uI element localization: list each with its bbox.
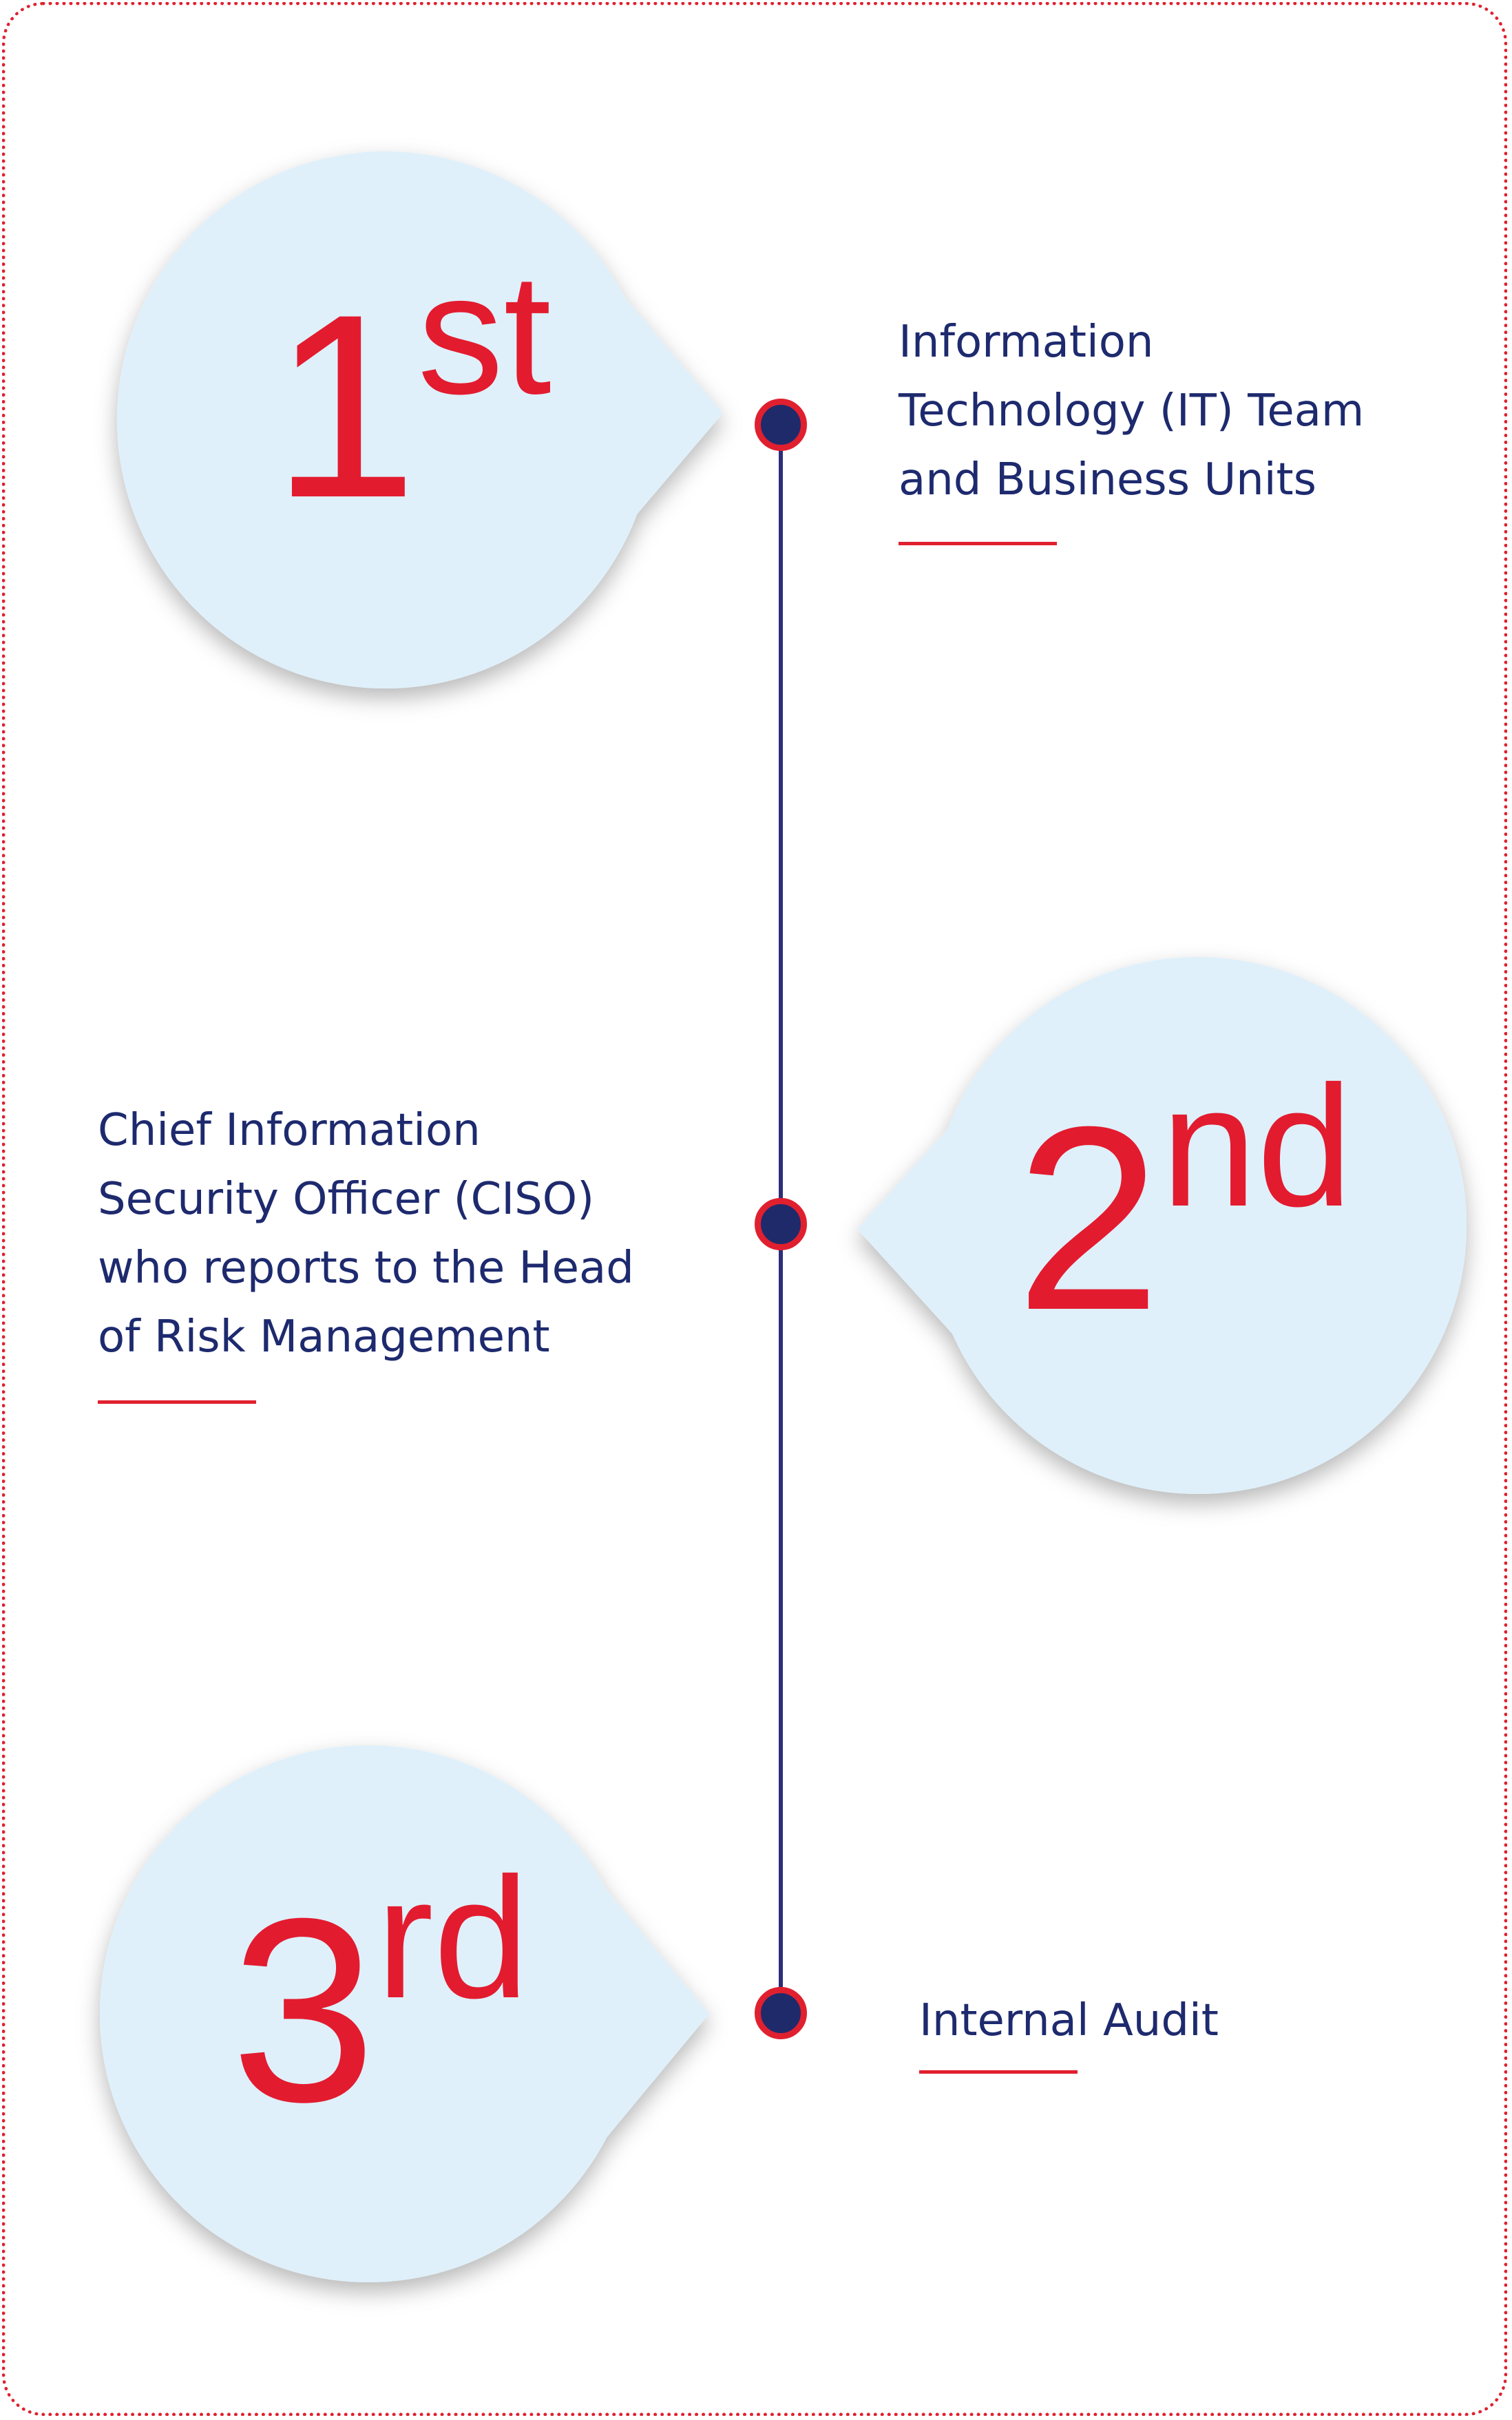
ordinal-number: 3 [231,1864,377,2156]
label-level-3: Internal Audit [919,1986,1219,2055]
ordinal-suffix: rd [376,1842,529,2034]
label-line: and Business Units [899,454,1316,505]
label-underline-2 [98,1400,256,1404]
label-line: Security Officer (CISO) [98,1174,595,1225]
ordinal-suffix: st [417,238,552,430]
label-line: Information [899,317,1154,368]
label-line: Chief Information [98,1105,481,1156]
label-level-2: Chief Information Security Officer (CISO… [98,1096,634,1371]
label-underline-3 [919,2070,1078,2074]
ordinal-1: 1st [272,248,552,537]
ordinal-2: 2nd [1016,1060,1352,1349]
label-line: of Risk Management [98,1312,550,1362]
timeline-node-2 [755,1198,807,1250]
timeline-node-1 [755,399,807,451]
ordinal-number: 1 [272,260,418,552]
ordinal-suffix: nd [1161,1050,1353,1242]
lines-of-defense-diagram: 1st 2nd 3rd Information Technology (IT) … [0,0,1512,2420]
label-line: Internal Audit [919,1995,1219,2046]
label-underline-1 [899,542,1057,545]
label-level-1: Information Technology (IT) Team and Bus… [899,308,1364,514]
ordinal-3: 3rd [231,1852,529,2141]
label-line: who reports to the Head [98,1243,634,1294]
label-line: Technology (IT) Team [899,386,1365,436]
timeline-node-3 [755,1987,807,2039]
ordinal-number: 2 [1016,1072,1162,1365]
